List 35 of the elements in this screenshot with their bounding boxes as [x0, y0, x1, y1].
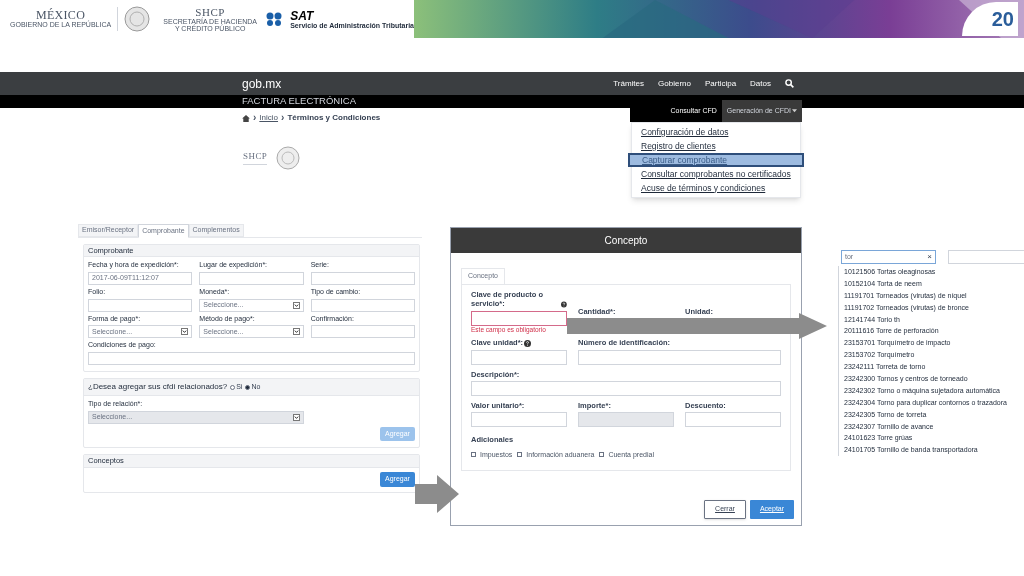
breadcrumb-current: Términos y Condiciones [287, 112, 381, 124]
home-icon[interactable] [242, 114, 250, 122]
logo-text: SAT [290, 9, 315, 22]
search-icon[interactable] [785, 79, 794, 88]
nav-link[interactable]: Gobierno [658, 77, 691, 90]
logo-text: SHCP [243, 151, 268, 161]
chevron-icon [292, 301, 300, 309]
breadcrumb-link[interactable]: Inicio [259, 112, 279, 124]
menu-item[interactable]: Configuración de datos [632, 125, 800, 139]
help-icon[interactable] [524, 339, 532, 347]
menu-item[interactable]: Consultar comprobantes no certificados [632, 167, 800, 181]
logo-text: SHCP [195, 6, 225, 18]
breadcrumb-separator: › [281, 113, 285, 123]
section-title: FACTURA ELECTRÓNICA [242, 96, 357, 106]
nav-link[interactable]: Participa [704, 77, 737, 90]
menu-item[interactable]: Capturar comprobante [628, 153, 804, 167]
nav-link[interactable]: Trámites [613, 77, 645, 90]
help-icon[interactable] [561, 300, 567, 308]
dialog-title: Concepto [604, 234, 648, 248]
brand-link[interactable]: gob.mx [242, 74, 282, 93]
chevron-icon [292, 413, 300, 421]
chevron-icon [292, 328, 300, 336]
arrow-icon [567, 313, 827, 339]
nav-link[interactable]: Datos [750, 77, 771, 90]
input-field[interactable] [471, 310, 567, 326]
arrow-icon [415, 475, 459, 513]
seal-icon [275, 146, 302, 170]
clear-icon[interactable]: × [927, 251, 932, 263]
menu-item[interactable]: Acuse de términos y condiciones [632, 181, 800, 195]
breadcrumb-separator: › [253, 113, 257, 123]
menu-item[interactable]: Registro de clientes [632, 139, 800, 153]
card-title: ¿Desea agregar sus cfdi relacionados? [88, 381, 228, 393]
chevron-icon [181, 328, 189, 336]
logo-text: MÉXICO [36, 8, 86, 21]
seal-icon [122, 5, 153, 33]
